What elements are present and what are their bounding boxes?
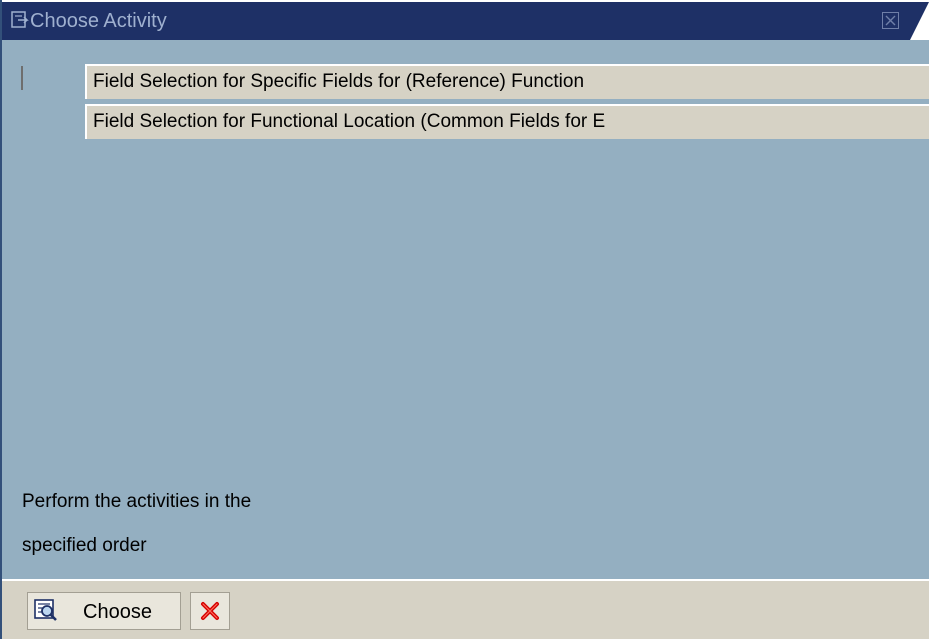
- hint-text-line2: specified order: [22, 535, 147, 556]
- hint-text-line1: Perform the activities in the: [22, 491, 252, 512]
- close-button[interactable]: [882, 12, 899, 29]
- choose-activity-dialog: Choose Activity Field Selection for Spec…: [0, 0, 929, 639]
- close-icon: [885, 15, 896, 26]
- activity-item[interactable]: Field Selection for Functional Location …: [85, 104, 929, 139]
- choose-magnifier-icon: [34, 599, 58, 623]
- choose-button-label: Choose: [83, 601, 152, 623]
- choose-button[interactable]: Choose: [27, 592, 181, 630]
- title-bar: Choose Activity: [2, 0, 929, 40]
- text-cursor: [21, 66, 23, 90]
- activity-item[interactable]: Field Selection for Specific Fields for …: [85, 64, 929, 99]
- cancel-button[interactable]: [190, 592, 230, 630]
- window-title: Choose Activity: [30, 10, 167, 32]
- cancel-x-icon: [200, 601, 220, 621]
- window-icon: [11, 11, 30, 29]
- button-bar: Choose: [2, 579, 929, 639]
